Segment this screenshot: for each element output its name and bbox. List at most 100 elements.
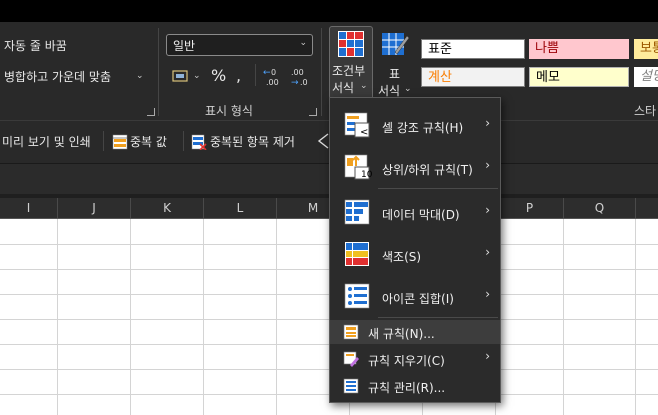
percent-button[interactable]: % [211, 66, 226, 85]
gridline [276, 219, 277, 415]
less-than-badge: < [360, 127, 369, 138]
svg-text:.00: .00 [266, 78, 279, 87]
merge-center-button[interactable]: 병합하고 가운데 맞춤 [4, 68, 111, 85]
column-header-q[interactable]: Q [564, 198, 636, 218]
conditional-formatting-menu: < 셀 강조 규칙(H) › 10 상위/하위 규칙(T) › 데이터 막대(D… [329, 97, 501, 403]
chevron-down-icon: ⌄ [360, 81, 368, 91]
number-dialog-launcher-icon[interactable] [309, 108, 317, 116]
gridline [57, 219, 58, 415]
submenu-arrow-icon: › [485, 158, 490, 172]
menu-item-color-scales[interactable]: 색조(S) › [330, 234, 500, 274]
style-normal[interactable]: 표준 [421, 39, 525, 59]
number-format-select[interactable]: 일반 ⌄ [166, 34, 313, 56]
menu-item-label: 셀 강조 규칙(H) [382, 121, 464, 135]
menu-item-new-rule[interactable]: 새 규칙(N)... [330, 320, 500, 344]
format-as-table-label-1: 표 [389, 67, 401, 81]
column-header-j[interactable]: J [58, 198, 131, 218]
accounting-dropdown-icon[interactable]: ⌄ [193, 71, 201, 81]
column-label: L [236, 201, 244, 215]
increase-decimal-icon[interactable]: ← 0.00 [263, 66, 285, 88]
clear-rules-icon [343, 351, 359, 367]
svg-text:→: → [291, 78, 299, 88]
comma-style-icon[interactable]: , [233, 66, 247, 85]
svg-text:0: 0 [271, 68, 276, 77]
menu-item-data-bars[interactable]: 데이터 막대(D) › [330, 192, 500, 232]
format-as-table-icon [381, 30, 410, 58]
gridline [203, 219, 204, 415]
submenu-arrow-icon: › [485, 116, 490, 130]
menu-item-label: 아이콘 집합(I) [382, 292, 454, 306]
number-group-label: 표시 형식 [205, 104, 253, 118]
icon-sets-icon [344, 283, 370, 309]
column-label: M [307, 201, 319, 215]
top10-badge: 10 [361, 170, 373, 180]
menu-item-highlight-cells-rules[interactable]: < 셀 강조 규칙(H) › [330, 104, 500, 144]
style-neutral[interactable]: 보통 [634, 39, 658, 59]
separator [183, 131, 184, 151]
style-explanatory[interactable]: 설명 [634, 67, 658, 87]
separator [103, 131, 104, 151]
style-normal-label: 표준 [428, 42, 452, 57]
column-label: Q [594, 201, 605, 215]
color-scales-icon [344, 241, 370, 267]
svg-text:,: , [236, 68, 241, 84]
submenu-arrow-icon: › [485, 203, 490, 217]
group-separator [321, 28, 322, 116]
data-bars-icon [344, 199, 370, 225]
merge-dropdown-icon[interactable]: ⌄ [136, 71, 144, 81]
duplicate-values-label[interactable]: 중복 값 [130, 133, 167, 150]
wrap-text-button[interactable]: 자동 줄 바꿈 [4, 37, 67, 54]
submenu-arrow-icon: › [485, 245, 490, 259]
format-as-table-button[interactable]: 표 서식 ⌄ [376, 30, 416, 100]
partial-icon [316, 132, 330, 150]
style-bad-label: 나쁨 [535, 41, 559, 56]
menu-item-label: 데이터 막대(D) [382, 208, 460, 222]
remove-duplicates-icon[interactable] [191, 134, 207, 151]
style-explanatory-label: 설명 [640, 69, 658, 84]
gridline [563, 219, 564, 415]
style-calculation[interactable]: 계산 [421, 67, 525, 87]
svg-text:.00: .00 [291, 68, 304, 77]
conditional-formatting-label-2: 서식 [332, 81, 355, 95]
alignment-dialog-launcher-icon[interactable] [147, 108, 155, 116]
style-calculation-label: 계산 [428, 70, 452, 85]
column-header-i[interactable]: I [0, 198, 58, 218]
style-note[interactable]: 메모 [529, 67, 629, 87]
styles-group-label: 스타 [634, 104, 657, 118]
menu-item-manage-rules[interactable]: 규칙 관리(R)... [330, 374, 500, 398]
column-header-l[interactable]: L [204, 198, 277, 218]
style-bad[interactable]: 나쁨 [529, 39, 629, 59]
chevron-down-icon: ⌄ [299, 38, 307, 48]
remove-duplicates-label[interactable]: 중복된 항목 제거 [210, 133, 295, 150]
menu-item-icon-sets[interactable]: 아이콘 집합(I) › [330, 276, 500, 316]
svg-text:←: ← [263, 68, 271, 78]
print-preview-button[interactable]: 미리 보기 및 인쇄 [2, 133, 91, 150]
menu-item-label: 상위/하위 규칙(T) [382, 163, 473, 177]
menu-item-clear-rules[interactable]: 규칙 지우기(C) › [330, 347, 500, 371]
menu-item-top-bottom-rules[interactable]: 10 상위/하위 규칙(T) › [330, 146, 500, 186]
number-format-value: 일반 [173, 39, 196, 53]
column-label: J [92, 201, 96, 215]
accounting-format-icon[interactable] [172, 69, 190, 83]
column-header-k[interactable]: K [131, 198, 204, 218]
gridline [130, 219, 131, 415]
column-header-p[interactable]: P [496, 198, 564, 218]
manage-rules-icon [343, 378, 359, 394]
conditional-formatting-button[interactable]: 조건부 서식 ⌄ [329, 26, 373, 100]
new-rule-icon [343, 324, 359, 340]
title-bar [0, 0, 658, 22]
submenu-arrow-icon: › [485, 287, 490, 301]
gridline [635, 219, 636, 415]
menu-separator [378, 188, 498, 189]
decrease-decimal-icon[interactable]: .00 → .0 [291, 66, 313, 88]
group-separator [158, 28, 159, 116]
duplicate-values-icon[interactable] [112, 134, 128, 150]
menu-separator [378, 317, 498, 318]
menu-item-label: 색조(S) [382, 250, 422, 264]
menu-item-label: 규칙 지우기(C) [368, 354, 445, 368]
column-label: K [163, 201, 171, 215]
style-note-label: 메모 [536, 70, 560, 85]
group-separator [255, 64, 256, 86]
svg-text:.0: .0 [300, 78, 308, 87]
menu-item-label: 새 규칙(N)... [368, 327, 435, 341]
